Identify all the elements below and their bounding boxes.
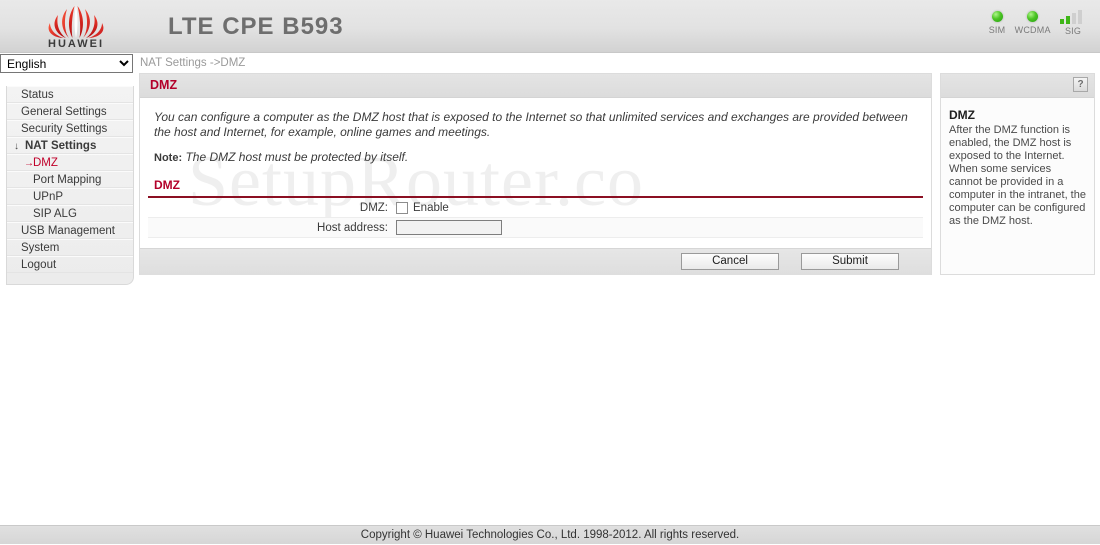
sidebar-item-status[interactable]: Status: [7, 86, 133, 103]
form-label-host-address: Host address:: [317, 221, 388, 234]
brand-wordmark: HUAWEI: [48, 38, 104, 50]
cancel-button[interactable]: Cancel: [681, 253, 779, 270]
sidebar-item-port-mapping[interactable]: Port Mapping: [7, 171, 133, 188]
sidebar-item-security-settings[interactable]: Security Settings: [7, 120, 133, 137]
help-title: DMZ: [949, 108, 975, 122]
sidebar-item-nat-settings[interactable]: ↓ NAT Settings: [7, 137, 133, 154]
sidebar-item-logout[interactable]: Logout: [7, 256, 133, 273]
host-address-input[interactable]: [396, 220, 502, 235]
main-content-panel: DMZ SetupRouter.co You can configure a c…: [139, 73, 932, 275]
sidebar-item-label: Security Settings: [21, 123, 108, 135]
status-wcdma-label: WCDMA: [1014, 25, 1051, 35]
status-sig: SIG: [1060, 9, 1086, 36]
app-header: HUAWEI LTE CPE B593 SIM WCDMA SIG: [0, 0, 1100, 53]
breadcrumb: NAT Settings ->DMZ: [140, 57, 246, 69]
sidebar-item-label: System: [21, 242, 60, 254]
sidebar-item-upnp[interactable]: UPnP: [7, 188, 133, 205]
form-field-host-address: [396, 220, 923, 235]
note-label: Note:: [154, 152, 183, 164]
sidebar-item-label: NAT Settings: [25, 140, 97, 152]
help-panel-titlebar: ?: [941, 74, 1094, 98]
main-panel-body: SetupRouter.co You can configure a compu…: [140, 98, 931, 275]
section-title: DMZ: [154, 178, 180, 192]
wcdma-led-icon: [1027, 11, 1039, 22]
note-text: The DMZ host must be protected by itself…: [185, 150, 409, 164]
page-footer: Copyright © Huawei Technologies Co., Ltd…: [0, 525, 1100, 544]
note-paragraph: Note: The DMZ host must be protected by …: [154, 150, 917, 166]
status-wcdma: WCDMA: [1015, 9, 1051, 35]
help-panel: ? DMZ After the DMZ function is enabled,…: [940, 73, 1095, 275]
dmz-section-header: DMZ: [148, 178, 923, 198]
status-sig-label: SIG: [1064, 26, 1082, 36]
dmz-enable-checkbox[interactable]: [396, 201, 408, 214]
sub-header-bar: English NAT Settings ->DMZ: [0, 54, 1100, 74]
sidebar-item-usb-management[interactable]: USB Management: [7, 222, 133, 239]
status-indicators: SIM WCDMA SIG: [983, 9, 1086, 45]
form-label-dmz: DMZ:: [359, 201, 388, 214]
help-panel-body: DMZ After the DMZ function is enabled, t…: [941, 98, 1094, 228]
sidebar-item-system[interactable]: System: [7, 239, 133, 256]
sidebar-nav: Status General Settings Security Setting…: [6, 86, 134, 285]
sidebar-item-label: Status: [21, 89, 54, 101]
product-title: LTE CPE B593: [168, 13, 344, 40]
sidebar-item-label: USB Management: [21, 225, 115, 237]
sidebar-item-label: General Settings: [21, 106, 107, 118]
form-row-host-address: Host address:: [148, 218, 923, 238]
action-button-bar: Cancel Submit: [140, 248, 931, 275]
sidebar-item-sip-alg[interactable]: SIP ALG: [7, 205, 133, 222]
intro-paragraph: You can configure a computer as the DMZ …: [154, 110, 908, 139]
sidebar-item-label: Port Mapping: [33, 174, 102, 186]
status-sim: SIM: [989, 9, 1006, 35]
main-panel-titlebar: DMZ: [140, 74, 931, 98]
signal-bars-icon: [1060, 10, 1086, 24]
help-text: After the DMZ function is enabled, the D…: [949, 124, 1086, 227]
sidebar-item-label: UPnP: [33, 191, 64, 203]
intro-block: You can configure a computer as the DMZ …: [140, 98, 931, 166]
sidebar-item-label: DMZ: [33, 157, 58, 169]
sidebar-item-label: Logout: [21, 259, 57, 271]
huawei-logo: HUAWEI: [28, 2, 124, 50]
arrow-down-icon: ↓: [14, 141, 19, 152]
sidebar-item-general-settings[interactable]: General Settings: [7, 103, 133, 120]
submit-button[interactable]: Submit: [801, 253, 899, 270]
question-mark-icon[interactable]: ?: [1073, 77, 1088, 92]
sidebar-item-label: SIP ALG: [33, 208, 77, 220]
dmz-enable-label: Enable: [413, 201, 449, 214]
form-row-dmz-enable: DMZ: Enable: [148, 198, 923, 218]
sim-led-icon: [991, 11, 1003, 22]
huawei-flower-icon: [48, 5, 104, 38]
page-title: DMZ: [150, 78, 178, 92]
status-sim-label: SIM: [988, 25, 1006, 35]
sidebar-item-dmz[interactable]: → DMZ: [7, 154, 133, 171]
arrow-right-icon: →: [24, 158, 34, 169]
language-select[interactable]: English: [0, 54, 133, 73]
form-field-dmz: Enable: [396, 201, 923, 214]
